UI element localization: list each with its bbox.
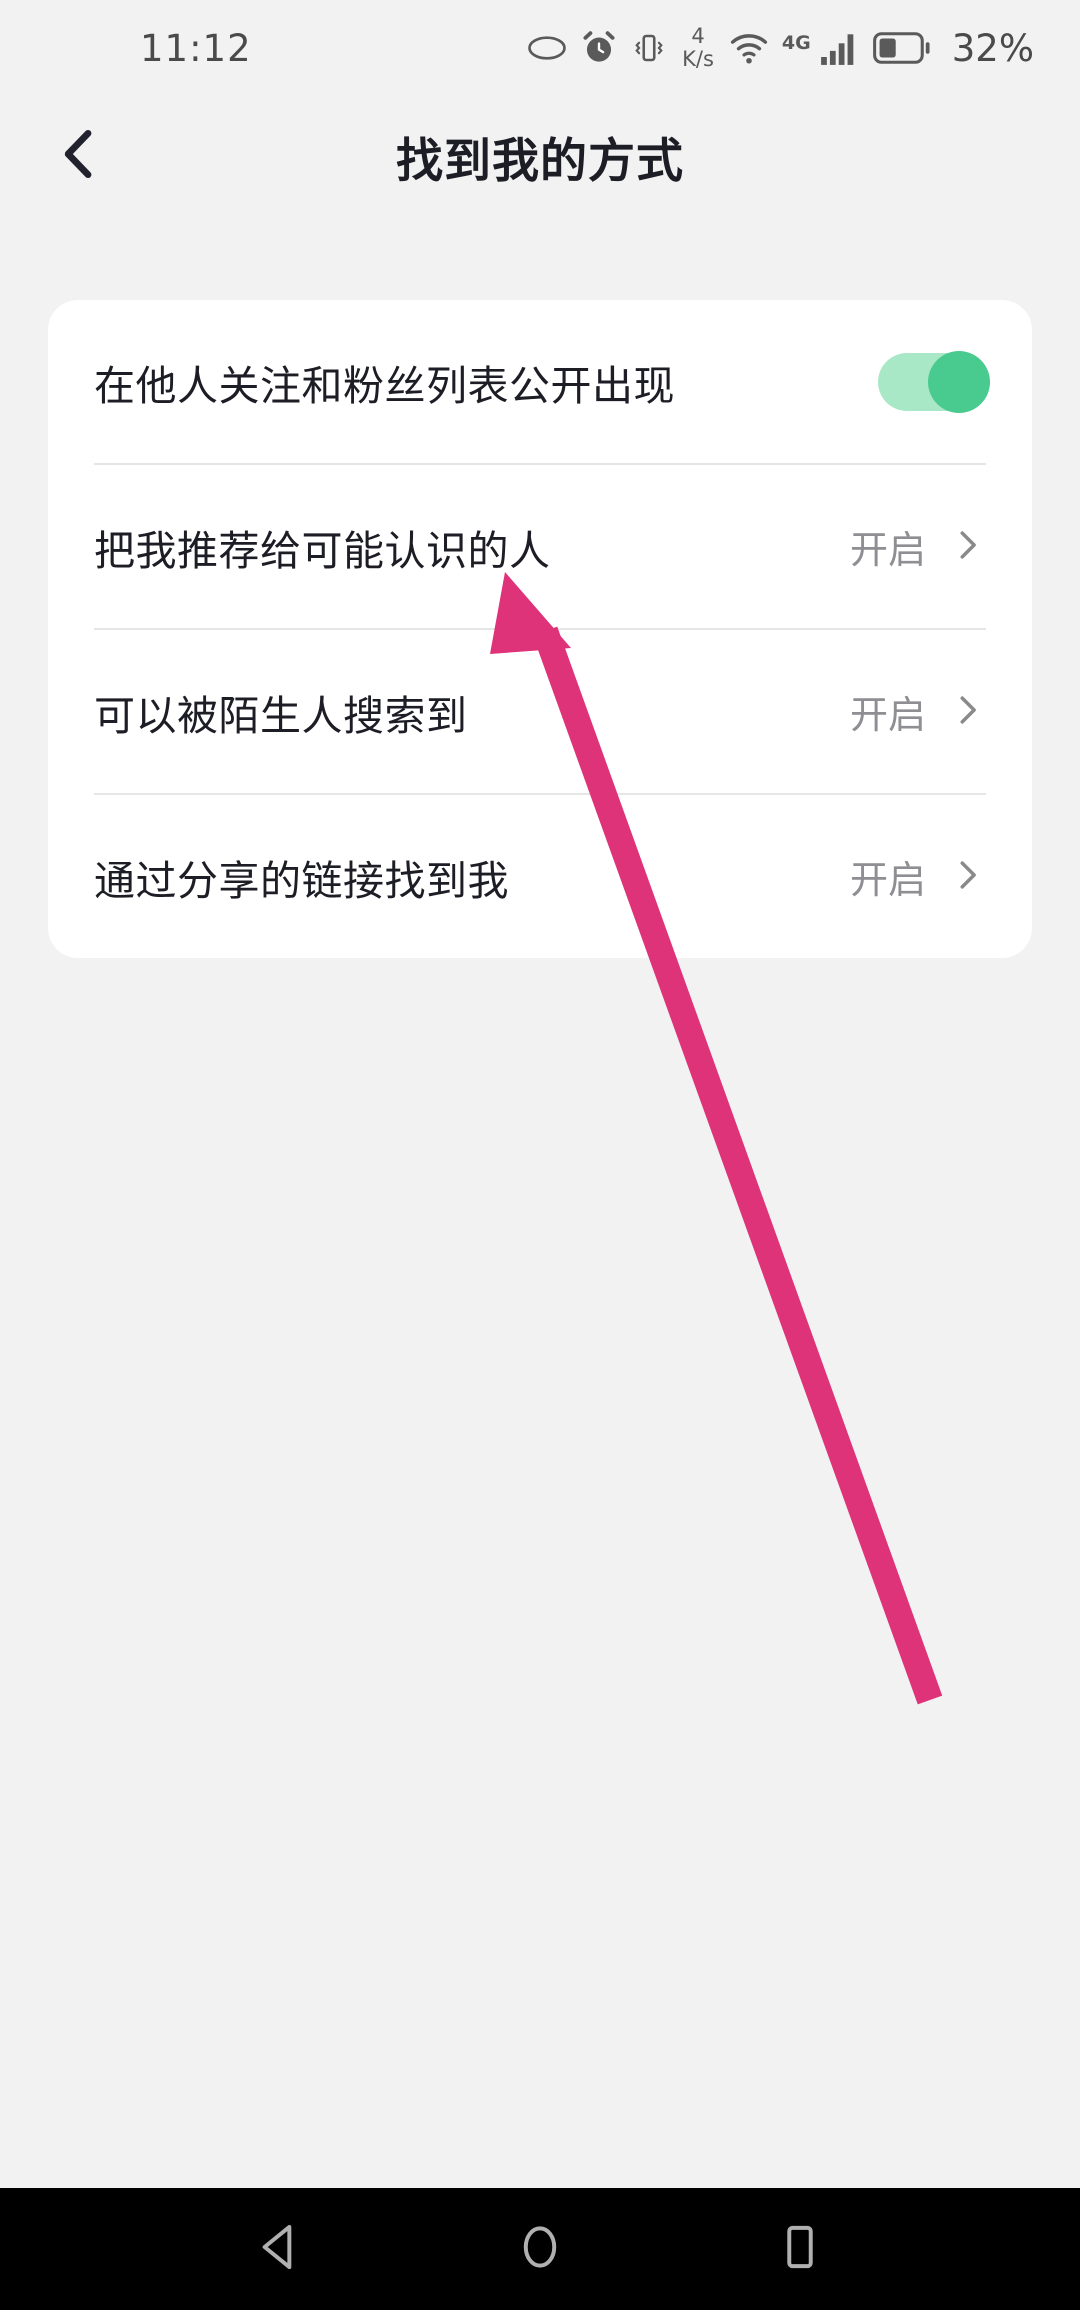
chevron-right-icon	[948, 691, 986, 733]
status-bar-time: 11:12	[140, 26, 252, 70]
row-control[interactable]: 开启	[850, 519, 986, 574]
status-bar: 11:12 4 K/s 4G 32%	[0, 0, 1080, 96]
settings-row-find-via-shared-link[interactable]: 通过分享的链接找到我 开启	[48, 795, 1032, 958]
page-title: 找到我的方式	[396, 133, 684, 189]
wifi-icon	[729, 30, 769, 66]
row-label: 可以被陌生人搜索到	[94, 691, 468, 740]
vibrate-icon	[631, 30, 667, 66]
chevron-left-icon	[48, 123, 110, 189]
nav-back-button[interactable]	[220, 2189, 340, 2309]
row-control[interactable]: 开启	[850, 684, 986, 739]
battery-percent: 32%	[951, 26, 1034, 70]
public-visibility-toggle[interactable]	[878, 350, 990, 413]
row-value: 开启	[849, 858, 926, 902]
row-label: 通过分享的链接找到我	[94, 856, 509, 905]
row-control[interactable]: 开启	[850, 849, 986, 904]
toggle-thumb	[928, 350, 990, 413]
settings-card: 在他人关注和粉丝列表公开出现 把我推荐给可能认识的人 开启 可以被陌生人搜索到 …	[48, 300, 1032, 958]
battery-icon	[872, 31, 931, 65]
row-value: 开启	[849, 693, 926, 737]
nav-recents-icon	[772, 2219, 828, 2279]
alarm-clock-icon	[580, 29, 618, 67]
settings-row-searchable-by-strangers[interactable]: 可以被陌生人搜索到 开启	[48, 630, 1032, 793]
eye-comfort-icon	[527, 28, 567, 68]
chevron-right-icon	[948, 526, 986, 568]
row-label: 把我推荐给可能认识的人	[94, 526, 551, 575]
row-control[interactable]	[878, 350, 990, 413]
back-button[interactable]	[24, 101, 134, 211]
nav-home-button[interactable]	[480, 2189, 600, 2309]
settings-row-recommend-me[interactable]: 把我推荐给可能认识的人 开启	[48, 465, 1032, 628]
status-bar-icons: 4 K/s 4G 32%	[527, 26, 1034, 70]
settings-row-public-in-follow-lists[interactable]: 在他人关注和粉丝列表公开出现	[48, 300, 1032, 463]
signal-bars-icon	[820, 30, 860, 66]
row-label: 在他人关注和粉丝列表公开出现	[94, 361, 675, 410]
row-value: 开启	[849, 528, 926, 572]
network-speed-value: 4	[691, 24, 705, 48]
network-speed-unit: K/s	[682, 47, 714, 71]
android-nav-bar	[0, 2188, 1080, 2310]
mobile-network-label: 4G	[781, 32, 811, 54]
network-speed-indicator: 4 K/s	[682, 26, 714, 70]
chevron-right-icon	[948, 856, 986, 898]
nav-recents-button[interactable]	[740, 2189, 860, 2309]
page-header: 找到我的方式	[0, 96, 1080, 216]
nav-back-icon	[252, 2219, 308, 2279]
nav-home-icon	[512, 2219, 568, 2279]
